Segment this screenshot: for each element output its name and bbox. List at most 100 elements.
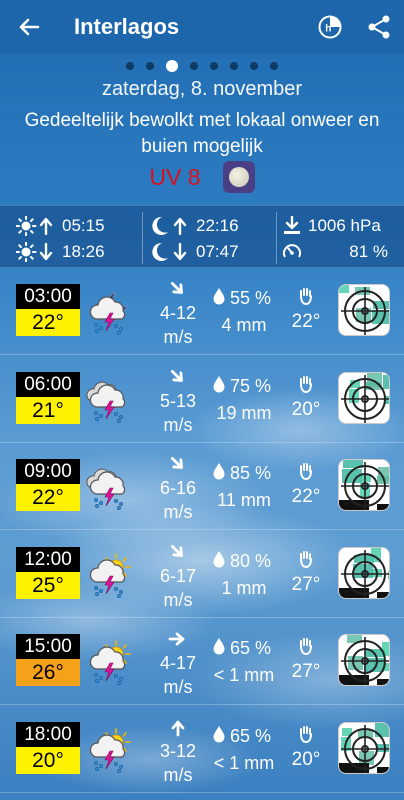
precip-amount: < 1 mm <box>213 665 275 685</box>
sunrise-time: 05:15 <box>62 216 105 235</box>
wind-direction-arrow-icon <box>168 717 188 737</box>
moon-times: 22:16 07:47 <box>150 206 274 269</box>
feels-like-hand-icon <box>298 375 314 393</box>
forecast-temperature: 26° <box>16 659 80 686</box>
page-dot[interactable] <box>190 62 198 70</box>
wind-speed-unit: m/s <box>163 502 193 522</box>
raindrop-icon <box>212 637 226 660</box>
history-icon[interactable]: h <box>318 15 342 39</box>
feels-like-hand-icon <box>298 637 314 656</box>
precip-probability-value: 75 % <box>230 375 272 396</box>
precip-probability: 80 % <box>212 550 276 573</box>
radar-map-thumbnail[interactable] <box>338 634 390 686</box>
feels-like-temperature: 22° <box>291 486 321 507</box>
time-temp-box: 03:00 22° <box>16 284 80 336</box>
forecast-row[interactable]: 15:00 26° 4-17 m/s 65 % < 1 mm 27° <box>0 621 404 705</box>
moonrise-time: 22:16 <box>196 216 239 235</box>
precip-probability-value: 65 % <box>230 725 272 746</box>
forecast-time: 15:00 <box>16 634 80 659</box>
forecast-row[interactable]: 06:00 21° 5-13 m/s 75 % 19 mm 20° <box>0 359 404 443</box>
wind-speed-unit: m/s <box>163 414 193 435</box>
sunrise-icon <box>16 216 53 236</box>
cloud-thunder-rain-icon <box>86 464 132 511</box>
feels-like-hand-icon <box>298 725 314 743</box>
wind-direction-arrow-icon <box>168 542 188 562</box>
forecast-row[interactable]: 03:00 22° 4-12 m/s 55 % 4 mm 22° <box>0 271 404 355</box>
feels-like-hand-icon <box>298 287 314 306</box>
feels-like-hand-icon <box>298 550 314 568</box>
moon-phase-icon[interactable] <box>222 161 255 193</box>
feels-like-hand-icon <box>298 462 314 481</box>
precip-amount: 1 mm <box>221 577 267 598</box>
precip-amount: 4 mm <box>221 315 267 335</box>
wind-speed: 6-16 m/s <box>148 476 208 524</box>
back-arrow-icon[interactable] <box>14 12 44 42</box>
precip-probability: 85 % <box>212 462 276 485</box>
time-temp-box: 06:00 21° <box>16 371 80 424</box>
precip-amount: < 1 mm <box>213 752 275 773</box>
forecast-temperature: 22° <box>16 309 80 336</box>
moonset-icon <box>152 242 187 261</box>
wind-speed-unit: m/s <box>163 764 193 785</box>
precip-probability-value: 85 % <box>230 463 272 483</box>
time-temp-box: 12:00 25° <box>16 546 80 599</box>
forecast-time: 06:00 <box>16 371 80 397</box>
humidity-gauge-icon <box>283 244 301 258</box>
uv-moon-line: UV 8 <box>0 160 404 194</box>
raindrop-icon <box>212 287 226 310</box>
sunset-icon <box>16 242 53 262</box>
page-title: Interlagos <box>74 14 180 39</box>
pressure-value: 1006 hPa <box>308 216 381 235</box>
feels-like-temperature: 20° <box>291 398 321 420</box>
precip-probability-value: 65 % <box>230 638 272 658</box>
page-dot[interactable] <box>230 62 238 70</box>
page-dot[interactable] <box>126 62 134 70</box>
precip-probability-value: 80 % <box>230 550 272 571</box>
sunrise-row: 05:15 <box>16 214 105 238</box>
wind-direction-arrow-icon <box>168 279 188 299</box>
share-icon[interactable] <box>366 14 392 40</box>
raindrop-icon <box>212 550 226 573</box>
radar-map-thumbnail[interactable] <box>338 721 390 774</box>
wind-speed-range: 3-12 <box>159 740 197 761</box>
feels-like-temperature: 27° <box>291 661 321 682</box>
raindrop-icon <box>212 375 226 398</box>
wind-speed: 4-12 m/s <box>148 301 208 349</box>
precip-amount: 11 mm <box>217 490 271 510</box>
sunset-time: 18:26 <box>62 242 105 261</box>
forecast-row[interactable]: 12:00 25° 6-17 m/s 80 % 1 mm 27° <box>0 534 404 618</box>
wind-speed-range: 4-12 <box>159 303 197 323</box>
page-dot[interactable] <box>166 60 178 72</box>
night-thunder-rain-icon <box>86 289 132 336</box>
page-dot[interactable] <box>270 62 278 70</box>
page-dot[interactable] <box>250 62 258 70</box>
forecast-time: 03:00 <box>16 284 80 309</box>
radar-map-thumbnail[interactable] <box>338 371 390 424</box>
page-dot[interactable] <box>210 62 218 70</box>
radar-map-thumbnail[interactable] <box>338 459 390 511</box>
forecast-row[interactable]: 09:00 22° 6-16 m/s 85 % 11 mm 22° <box>0 446 404 530</box>
moonset-time: 07:47 <box>196 242 239 261</box>
page-dot[interactable] <box>146 62 154 70</box>
radar-map-thumbnail[interactable] <box>338 546 390 599</box>
sun-thunder-rain-icon <box>86 727 132 773</box>
feels-like-temperature: 27° <box>291 573 321 595</box>
raindrop-icon <box>212 725 226 748</box>
wind-speed-range: 4-17 <box>159 653 197 673</box>
humidity-row: 81 % <box>282 240 398 264</box>
sun-moon-pressure-panel: 05:15 18:26 22:16 07:47 1006 hPa 81 % <box>0 205 404 268</box>
wind-direction-arrow-icon <box>168 367 188 387</box>
moonset-row: 07:47 <box>150 240 239 264</box>
pressure-row: 1006 hPa <box>282 214 381 238</box>
date-label: zaterdag, 8. november <box>101 78 303 100</box>
forecast-time: 18:00 <box>16 721 80 747</box>
raindrop-icon <box>212 462 226 485</box>
radar-map-thumbnail[interactable] <box>338 284 390 336</box>
forecast-row[interactable]: 18:00 20° 3-12 m/s 65 % < 1 mm 20° <box>0 709 404 793</box>
moonrise-icon <box>152 216 187 236</box>
precip-probability: 65 % <box>212 637 276 660</box>
page-indicator[interactable] <box>0 60 404 72</box>
forecast-temperature: 22° <box>16 484 80 511</box>
wind-speed-unit: m/s <box>163 327 193 347</box>
wind-speed: 5-13 m/s <box>148 389 208 437</box>
